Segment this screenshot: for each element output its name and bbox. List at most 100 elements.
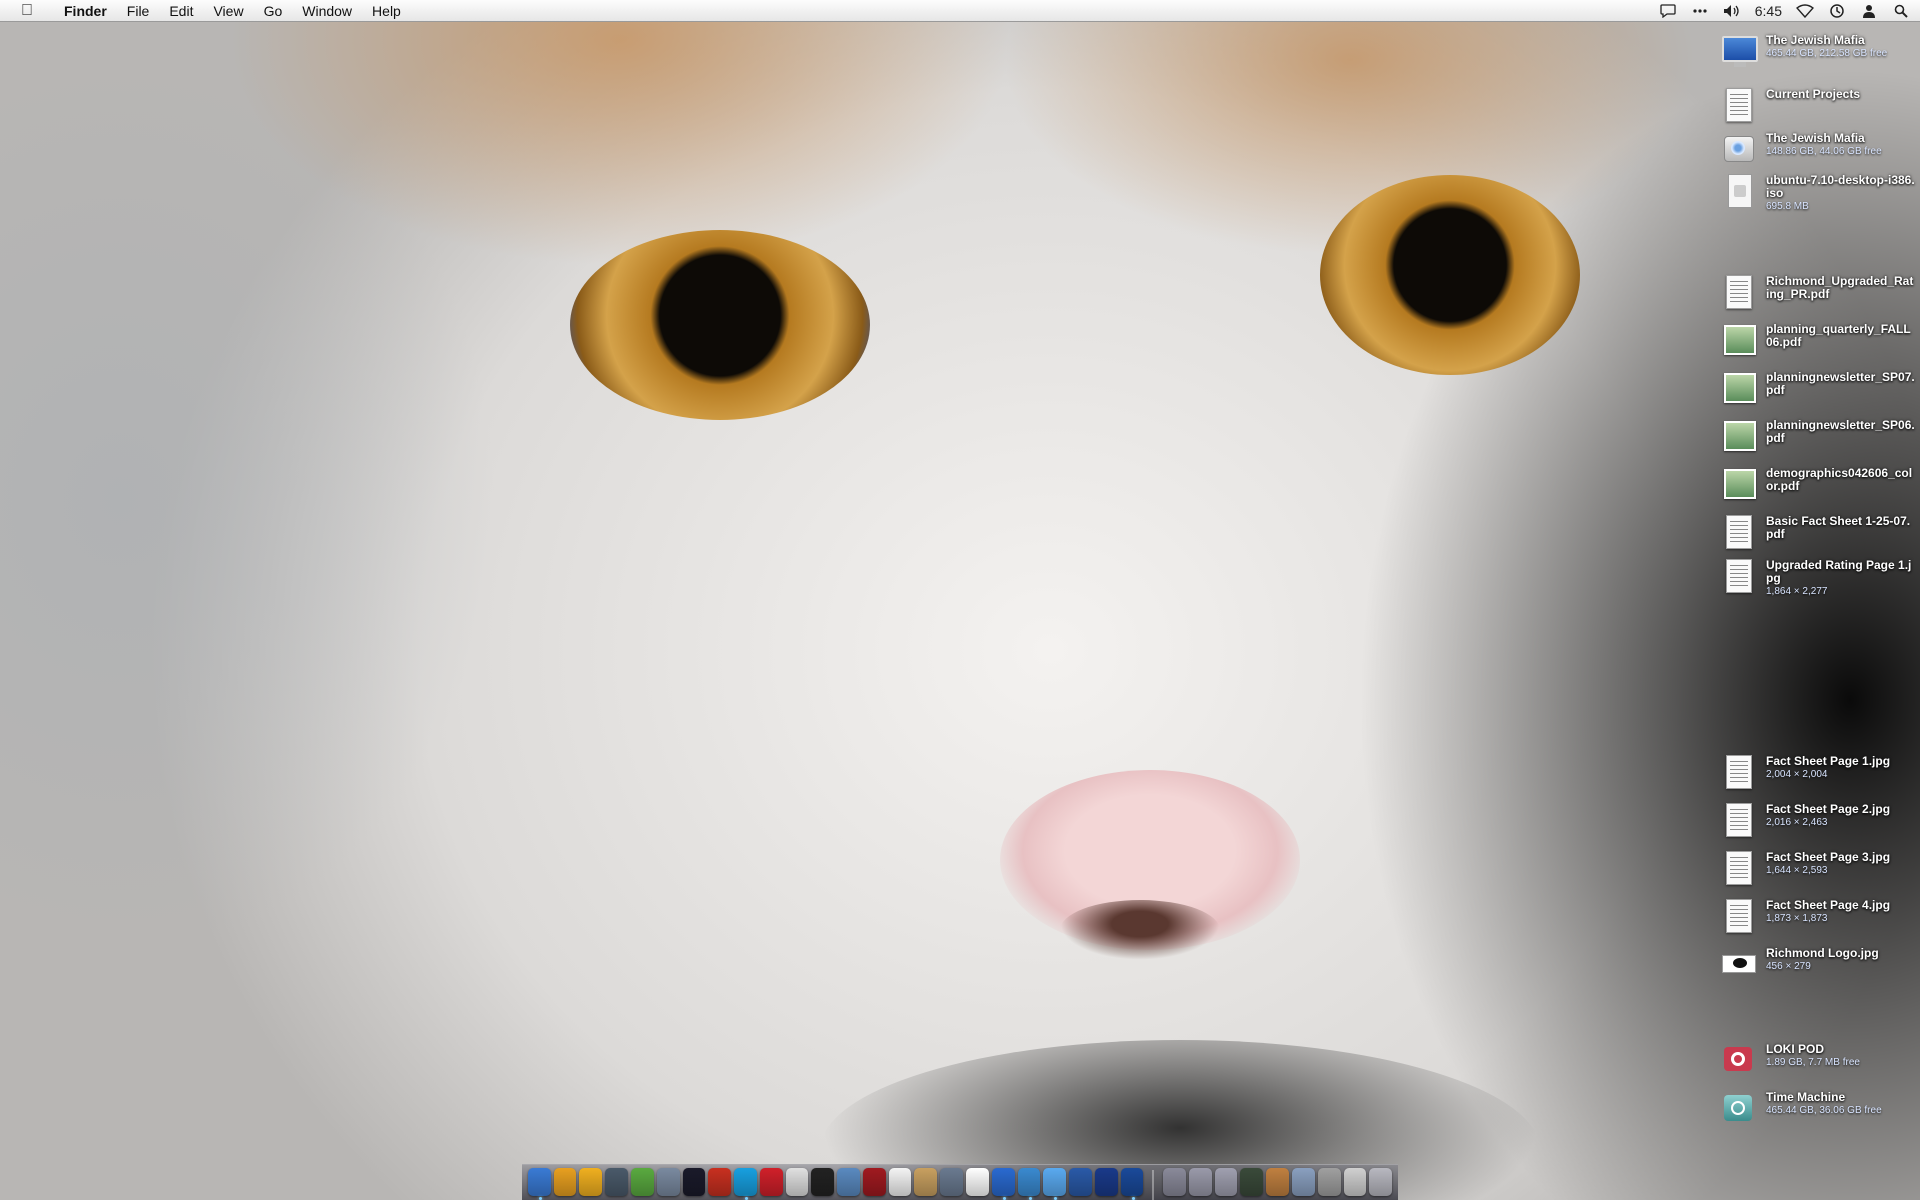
menu-view[interactable]: View bbox=[203, 0, 253, 22]
item-name: Time Machine bbox=[1766, 1090, 1846, 1104]
menu-window[interactable]: Window bbox=[292, 0, 362, 22]
pdf-file-icon bbox=[1720, 417, 1756, 453]
time-machine-drive-icon bbox=[1720, 1089, 1756, 1125]
dock-ical-icon[interactable] bbox=[888, 1168, 912, 1196]
iso-file-icon bbox=[1720, 172, 1756, 208]
dock-cherries-icon[interactable] bbox=[862, 1168, 886, 1196]
item-info: 148.86 GB, 44.06 GB free bbox=[1766, 146, 1882, 157]
dock-tools-icon[interactable] bbox=[1317, 1168, 1341, 1196]
item-name: Current Projects bbox=[1766, 87, 1861, 101]
bluetooth-dots-icon[interactable] bbox=[1691, 3, 1709, 19]
desktop-item-fact-sheet-3-jpg[interactable]: Fact Sheet Page 3.jpg 1,644 × 2,593 bbox=[1720, 849, 1920, 893]
dock-applications-stack-icon[interactable] bbox=[1163, 1168, 1186, 1196]
chat-bubble-icon[interactable] bbox=[1659, 3, 1677, 19]
dock-itunes-icon[interactable] bbox=[991, 1168, 1015, 1200]
desktop-item-demographics-pdf[interactable]: demographics042606_color.pdf bbox=[1720, 465, 1920, 509]
item-name: Fact Sheet Page 3.jpg bbox=[1766, 850, 1891, 864]
dock-word-icon[interactable] bbox=[1069, 1168, 1092, 1196]
desktop-item-basic-fact-sheet-pdf[interactable]: Basic Fact Sheet 1-25-07.pdf bbox=[1720, 513, 1920, 557]
dock-spaces-icon[interactable] bbox=[605, 1168, 629, 1196]
dock-lastfm-icon[interactable] bbox=[759, 1168, 783, 1196]
item-name: LOKI POD bbox=[1766, 1042, 1825, 1056]
desktop-item-time-machine[interactable]: Time Machine 465.44 GB, 36.06 GB free bbox=[1720, 1089, 1920, 1133]
dock-trash-icon[interactable] bbox=[1369, 1168, 1393, 1196]
desktop-item-planning-quarterly-pdf[interactable]: planning_quarterly_FALL06.pdf bbox=[1720, 321, 1920, 365]
dock-ichat-icon[interactable] bbox=[1043, 1168, 1067, 1200]
user-icon[interactable] bbox=[1860, 3, 1878, 19]
volume-icon[interactable] bbox=[1723, 3, 1741, 19]
desktop-item-jewish-mafia-hd[interactable]: The Jewish Mafia 465.44 GB, 212.58 GB fre… bbox=[1720, 32, 1920, 76]
menu-app-finder[interactable]: Finder bbox=[54, 0, 117, 22]
desktop-item-upgraded-rating-jpg[interactable]: Upgraded Rating Page 1.jpg 1,864 × 2,277 bbox=[1720, 557, 1920, 613]
desktop-item-richmond-pr-pdf[interactable]: Richmond_Upgraded_Rating_PR.pdf bbox=[1720, 273, 1920, 317]
dock-box-icon[interactable] bbox=[1266, 1168, 1289, 1196]
cat-right-eye bbox=[1320, 175, 1580, 375]
item-info: 456 × 279 bbox=[1766, 961, 1811, 972]
menu-file[interactable]: File bbox=[117, 0, 160, 22]
dock-money-icon[interactable] bbox=[553, 1168, 577, 1196]
dock-preview-icon[interactable] bbox=[837, 1168, 860, 1196]
item-name: Richmond Logo.jpg bbox=[1766, 946, 1879, 960]
dock-pen-icon[interactable] bbox=[1094, 1168, 1118, 1196]
dock-itunes-old-icon[interactable] bbox=[785, 1168, 809, 1196]
menu-help[interactable]: Help bbox=[362, 0, 411, 22]
cat-left-eye bbox=[570, 230, 870, 420]
dock-stack-icon[interactable] bbox=[1291, 1168, 1315, 1196]
dock-ibook-icon[interactable] bbox=[940, 1168, 963, 1196]
item-name: Richmond_Upgraded_Rating_PR.pdf bbox=[1766, 274, 1914, 301]
menu-go[interactable]: Go bbox=[254, 0, 293, 22]
time-machine-menu-icon[interactable] bbox=[1828, 3, 1846, 19]
wifi-icon[interactable] bbox=[1796, 3, 1814, 19]
dock-skype-icon[interactable] bbox=[734, 1168, 757, 1200]
dock-doc-stack-icon[interactable] bbox=[1343, 1168, 1367, 1196]
dock-finder-icon[interactable] bbox=[527, 1168, 551, 1200]
desktop-item-fact-sheet-2-jpg[interactable]: Fact Sheet Page 2.jpg 2,016 × 2,463 bbox=[1720, 801, 1920, 845]
disk-icon bbox=[1720, 130, 1756, 166]
dock-documents-stack-icon[interactable] bbox=[1188, 1168, 1212, 1196]
item-info: 1.89 GB, 7.7 MB free bbox=[1766, 1057, 1860, 1068]
desktop-item-fact-sheet-1-jpg[interactable]: Fact Sheet Page 1.jpg 2,004 × 2,004 bbox=[1720, 753, 1920, 797]
desktop-item-fact-sheet-4-jpg[interactable]: Fact Sheet Page 4.jpg 1,873 × 1,873 bbox=[1720, 897, 1920, 941]
desktop-item-richmond-logo-jpg[interactable]: Richmond Logo.jpg 456 × 279 bbox=[1720, 945, 1920, 989]
dock-cube-icon[interactable] bbox=[656, 1168, 680, 1196]
dock-textedit-icon[interactable] bbox=[965, 1168, 989, 1196]
menu-edit[interactable]: Edit bbox=[159, 0, 203, 22]
desktop-item-ubuntu-iso[interactable]: ubuntu-7.10-desktop-i386.iso 695.8 MB bbox=[1720, 172, 1920, 228]
item-name: ubuntu-7.10-desktop-i386.iso bbox=[1766, 173, 1915, 200]
pdf-file-icon bbox=[1720, 513, 1756, 549]
menu-clock[interactable]: 6:45 bbox=[1755, 3, 1782, 19]
dock-dashboard-icon[interactable] bbox=[682, 1168, 706, 1196]
desktop-item-jewish-mafia-disk[interactable]: The Jewish Mafia 148.86 GB, 44.06 GB free bbox=[1720, 130, 1920, 174]
spotlight-search-icon[interactable] bbox=[1892, 3, 1910, 19]
jpg-file-icon bbox=[1720, 801, 1756, 837]
dock-photoshop-icon[interactable] bbox=[1120, 1168, 1144, 1200]
jpg-file-icon bbox=[1720, 897, 1756, 933]
dock-address-book-icon[interactable] bbox=[914, 1168, 938, 1196]
dock-terminal-icon[interactable] bbox=[811, 1168, 835, 1196]
desktop-item-newsletter-sp06-pdf[interactable]: planningnewsletter_SP06.pdf bbox=[1720, 417, 1920, 461]
item-info: 2,004 × 2,004 bbox=[1766, 769, 1828, 780]
item-info: 1,644 × 2,593 bbox=[1766, 865, 1828, 876]
dock-leaf-icon[interactable] bbox=[631, 1168, 654, 1196]
item-name: demographics042606_color.pdf bbox=[1766, 466, 1913, 493]
item-info: 695.8 MB bbox=[1766, 201, 1809, 212]
item-info: 465.44 GB, 212.58 GB free bbox=[1766, 48, 1888, 59]
ipod-icon bbox=[1720, 1041, 1756, 1077]
apple-menu-icon[interactable]:  bbox=[16, 0, 38, 22]
menu-extras: 6:45 bbox=[1659, 0, 1910, 22]
pdf-file-icon bbox=[1720, 369, 1756, 405]
pdf-file-icon bbox=[1720, 321, 1756, 357]
dock-downloads-stack-icon[interactable] bbox=[1214, 1168, 1238, 1196]
dock-camera-icon[interactable] bbox=[1240, 1168, 1264, 1196]
desktop-item-loki-pod[interactable]: LOKI POD 1.89 GB, 7.7 MB free bbox=[1720, 1041, 1920, 1085]
dock-infinity-icon[interactable] bbox=[579, 1168, 603, 1196]
dock-flash-icon[interactable] bbox=[708, 1168, 732, 1196]
jpg-file-icon bbox=[1720, 849, 1756, 885]
desktop-item-newsletter-sp07-pdf[interactable]: planningnewsletter_SP07.pdf bbox=[1720, 369, 1920, 413]
dock-safari-icon[interactable] bbox=[1017, 1168, 1041, 1200]
desktop-item-current-projects[interactable]: Current Projects bbox=[1720, 86, 1920, 130]
pdf-file-icon bbox=[1720, 465, 1756, 501]
desktop-wallpaper bbox=[0, 0, 1920, 1200]
item-info: 465.44 GB, 36.06 GB free bbox=[1766, 1105, 1882, 1116]
item-name: planningnewsletter_SP07.pdf bbox=[1766, 370, 1915, 397]
